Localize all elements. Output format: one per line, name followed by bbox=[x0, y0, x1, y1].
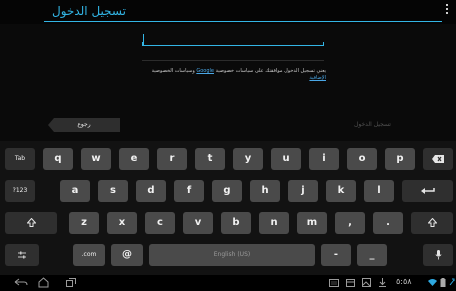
wifi-icon bbox=[428, 279, 437, 286]
backspace-icon bbox=[432, 155, 444, 163]
on-screen-keyboard: Tab q w e r t y u i o p ?123 a s d f g h… bbox=[0, 141, 456, 275]
key-backspace[interactable] bbox=[423, 148, 453, 170]
key-j[interactable]: j bbox=[288, 180, 318, 202]
key-symbols[interactable]: ?123 bbox=[5, 180, 35, 202]
signin-button[interactable]: تسجيل الدخول bbox=[354, 121, 391, 128]
key-w[interactable]: w bbox=[81, 148, 111, 170]
form-divider bbox=[142, 60, 324, 61]
key-space[interactable]: English (US) bbox=[149, 244, 315, 266]
nav-back-icon[interactable] bbox=[14, 278, 28, 287]
key-h[interactable]: h bbox=[250, 180, 280, 202]
key-at[interactable]: @ bbox=[111, 244, 143, 266]
title-bar: تسجيل الدخول bbox=[0, 0, 456, 24]
key-t[interactable]: t bbox=[195, 148, 225, 170]
key-comma[interactable]: , bbox=[335, 212, 365, 234]
nav-recent-apps-icon[interactable] bbox=[66, 278, 76, 287]
key-k[interactable]: k bbox=[326, 180, 356, 202]
key-s[interactable]: s bbox=[98, 180, 128, 202]
battery-icon bbox=[440, 278, 446, 287]
title-divider bbox=[44, 21, 442, 22]
key-voice[interactable] bbox=[423, 244, 453, 266]
key-c[interactable]: c bbox=[145, 212, 175, 234]
page-title: تسجيل الدخول bbox=[52, 4, 126, 18]
key-v[interactable]: v bbox=[183, 212, 213, 234]
key-g[interactable]: g bbox=[212, 180, 242, 202]
action-bar: رجوع تسجيل الدخول bbox=[0, 112, 456, 136]
sync-icon bbox=[449, 278, 455, 286]
key-o[interactable]: o bbox=[347, 148, 377, 170]
keyboard-status-icon bbox=[329, 279, 339, 287]
app-window: تسجيل الدخول يعني تسجيل الدخول موافقتك ع… bbox=[0, 0, 456, 291]
key-y[interactable]: y bbox=[233, 148, 263, 170]
key-f[interactable]: f bbox=[174, 180, 204, 202]
key-shift-left[interactable] bbox=[5, 212, 57, 234]
download-icon bbox=[379, 278, 386, 287]
settings-sliders-icon bbox=[18, 251, 26, 259]
terms-text: يعني تسجيل الدخول موافقتك على سياسات خصو… bbox=[140, 68, 326, 82]
status-time: ٥:٥٨ bbox=[396, 277, 412, 286]
key-p[interactable]: p bbox=[385, 148, 415, 170]
image-icon bbox=[362, 278, 371, 287]
key-l[interactable]: l bbox=[364, 180, 394, 202]
key-tab[interactable]: Tab bbox=[5, 148, 35, 170]
key-a[interactable]: a bbox=[60, 180, 90, 202]
key-e[interactable]: e bbox=[119, 148, 149, 170]
key-b[interactable]: b bbox=[221, 212, 251, 234]
additional-privacy-link[interactable]: الإضافية bbox=[309, 75, 326, 81]
key-z[interactable]: z bbox=[69, 212, 99, 234]
key-period[interactable]: . bbox=[373, 212, 403, 234]
key-i[interactable]: i bbox=[309, 148, 339, 170]
key-settings[interactable] bbox=[5, 244, 39, 266]
terms-text-middle: وسياسات الخصوصية bbox=[151, 68, 197, 74]
key-x[interactable]: x bbox=[107, 212, 137, 234]
calendar-icon bbox=[346, 279, 355, 287]
key-underscore[interactable]: _ bbox=[357, 244, 387, 266]
key-r[interactable]: r bbox=[157, 148, 187, 170]
terms-text-start: يعني تسجيل الدخول موافقتك على سياسات خصو… bbox=[213, 68, 326, 74]
back-button[interactable]: رجوع bbox=[48, 118, 120, 132]
key-enter[interactable] bbox=[402, 180, 453, 202]
key-q[interactable]: q bbox=[43, 148, 73, 170]
enter-icon bbox=[420, 188, 435, 194]
overflow-menu-icon[interactable] bbox=[446, 4, 449, 16]
key-u[interactable]: u bbox=[271, 148, 301, 170]
key-dash[interactable]: - bbox=[321, 244, 351, 266]
key-n[interactable]: n bbox=[259, 212, 289, 234]
shift-icon bbox=[426, 217, 438, 227]
shift-icon bbox=[25, 217, 37, 227]
key-shift-right[interactable] bbox=[411, 212, 453, 234]
nav-home-icon[interactable] bbox=[38, 277, 49, 288]
text-cursor bbox=[143, 34, 144, 45]
key-m[interactable]: m bbox=[297, 212, 327, 234]
google-privacy-link[interactable]: Google bbox=[196, 68, 214, 74]
key-dotcom[interactable]: .com bbox=[73, 244, 105, 266]
key-d[interactable]: d bbox=[136, 180, 166, 202]
microphone-icon bbox=[434, 250, 442, 260]
password-input[interactable] bbox=[142, 34, 324, 46]
system-nav-bar: ٥:٥٨ bbox=[0, 275, 456, 291]
